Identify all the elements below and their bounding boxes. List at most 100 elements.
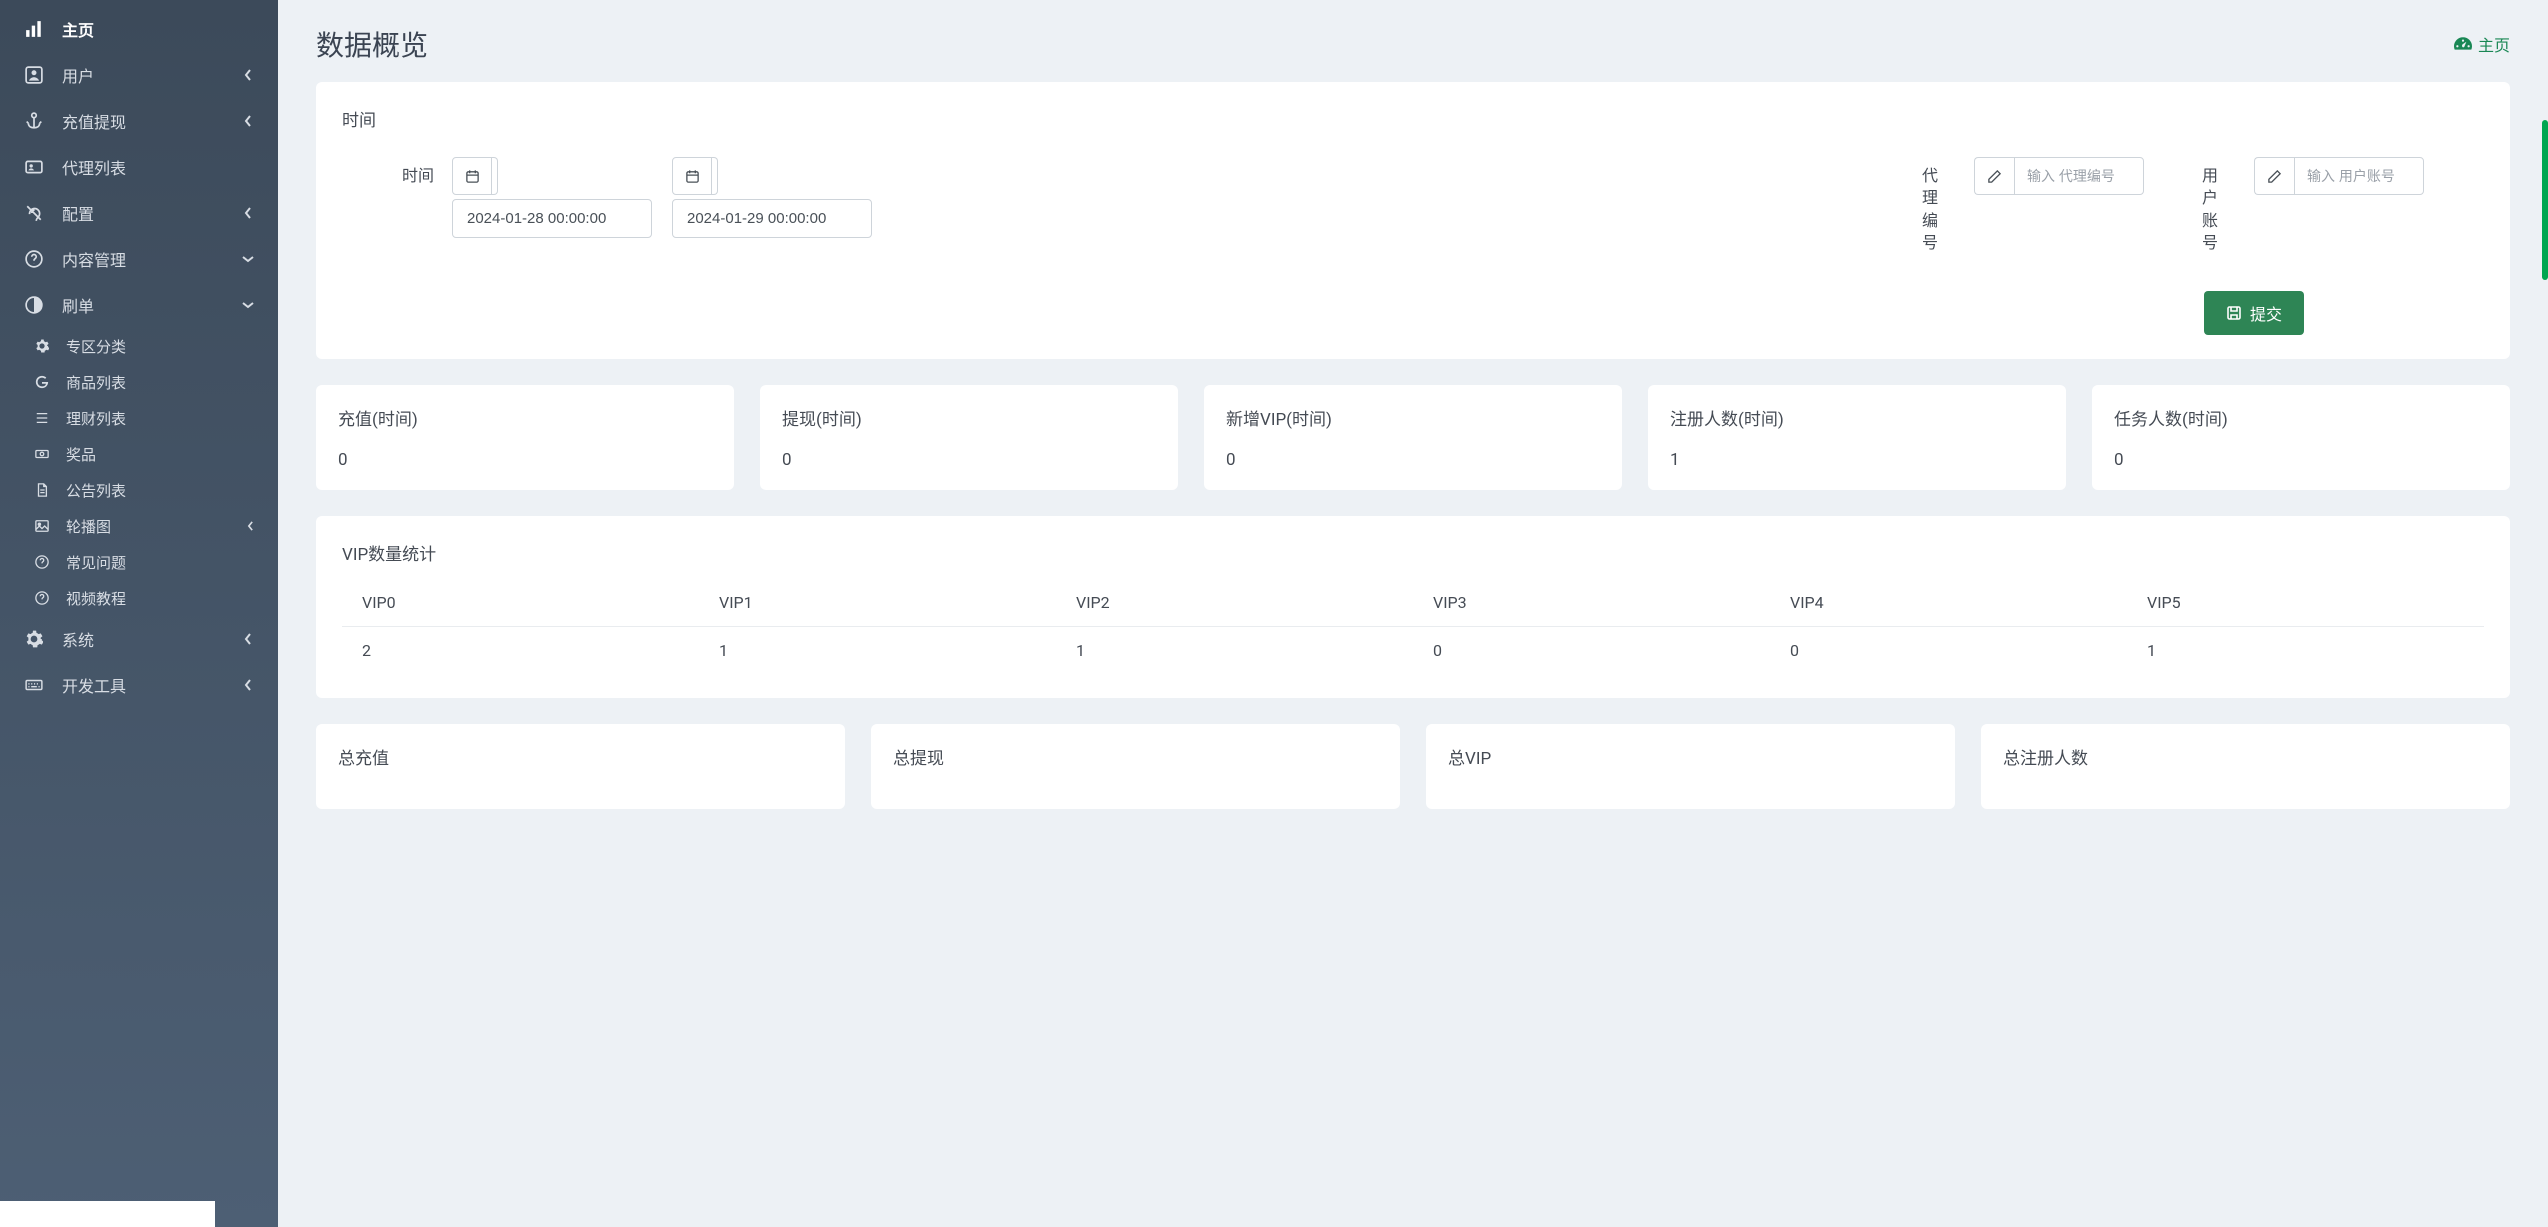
filter-card-title: 时间 xyxy=(342,106,2484,131)
sidebar-item-shuadan[interactable]: 刷单 xyxy=(0,282,278,328)
user-account-input[interactable] xyxy=(2294,157,2424,195)
sidebar-subitem-carousel[interactable]: 轮播图 xyxy=(0,508,278,544)
stat-card-withdraw: 提现(时间) 0 xyxy=(760,385,1178,490)
user-account-label: 用 户 账 号 xyxy=(2184,157,2236,255)
stat-title: 注册人数(时间) xyxy=(1670,405,2044,430)
vip-value: 0 xyxy=(1770,626,2127,674)
chevron-left-icon xyxy=(242,207,254,219)
time-filter: 时间 xyxy=(382,157,872,238)
stat-card-total-withdraw: 总提现 xyxy=(871,724,1400,809)
sidebar-subitem-announcements[interactable]: 公告列表 xyxy=(0,472,278,508)
stat-value: 0 xyxy=(338,450,712,470)
sidebar-item-home[interactable]: 主页 xyxy=(0,6,278,52)
stat-card-register: 注册人数(时间) 1 xyxy=(1648,385,2066,490)
stat-title: 任务人数(时间) xyxy=(2114,405,2488,430)
sidebar-item-config[interactable]: 配置 xyxy=(0,190,278,236)
sidebar-item-label: 公告列表 xyxy=(66,480,254,501)
breadcrumb[interactable]: 主页 xyxy=(2454,32,2510,56)
stat-value: 0 xyxy=(2114,450,2488,470)
sidebar-item-label: 常见问题 xyxy=(66,552,254,573)
sidebar-item-label: 系统 xyxy=(62,627,242,651)
vip-value: 0 xyxy=(1413,626,1770,674)
calendar-icon[interactable] xyxy=(672,157,712,195)
stat-title: 新增VIP(时间) xyxy=(1226,405,1600,430)
sidebar-item-label: 轮播图 xyxy=(66,516,247,537)
sidebar-item-label: 商品列表 xyxy=(66,372,254,393)
sidebar-item-label: 专区分类 xyxy=(66,336,254,357)
sidebar-subitem-faq[interactable]: 常见问题 xyxy=(0,544,278,580)
sidebar-item-system[interactable]: 系统 xyxy=(0,616,278,662)
stat-card-recharge: 充值(时间) 0 xyxy=(316,385,734,490)
pencil-icon xyxy=(1974,157,2014,195)
time-label: 时间 xyxy=(382,157,434,187)
table-row: VIP0 VIP1 VIP2 VIP3 VIP4 VIP5 xyxy=(342,579,2484,627)
date-to-input[interactable] xyxy=(672,199,872,238)
sidebar-item-agents[interactable]: 代理列表 xyxy=(0,144,278,190)
stats-row: 充值(时间) 0 提现(时间) 0 新增VIP(时间) 0 注册人数(时间) 1… xyxy=(316,385,2510,490)
stat-card-total-vip: 总VIP xyxy=(1426,724,1955,809)
chevron-left-icon xyxy=(242,679,254,691)
stat-value: 1 xyxy=(1670,450,2044,470)
stat-title: 提现(时间) xyxy=(782,405,1156,430)
sidebar-item-label: 用户 xyxy=(62,63,242,87)
bar-chart-icon xyxy=(24,19,44,39)
vip-header: VIP2 xyxy=(1056,579,1413,627)
filter-card: 时间 时间 xyxy=(316,82,2510,359)
chevron-left-icon xyxy=(242,115,254,127)
agent-id-filter: 代 理 编 号 xyxy=(1904,157,2144,255)
id-card-icon xyxy=(24,157,44,177)
vip-header: VIP1 xyxy=(699,579,1056,627)
stat-value: 0 xyxy=(782,450,1156,470)
chevron-left-icon xyxy=(247,521,254,531)
chevron-down-icon xyxy=(242,299,254,311)
vip-value: 1 xyxy=(699,626,1056,674)
sidebar-footer xyxy=(0,1201,215,1227)
sidebar-item-label: 配置 xyxy=(62,201,242,225)
stat-title: 充值(时间) xyxy=(338,405,712,430)
contrast-icon xyxy=(24,295,44,315)
sidebar-item-label: 视频教程 xyxy=(66,588,254,609)
submit-button[interactable]: 提交 xyxy=(2204,291,2304,335)
page-header: 数据概览 主页 xyxy=(316,24,2510,64)
g-icon xyxy=(34,374,50,390)
breadcrumb-label: 主页 xyxy=(2478,32,2510,56)
sidebar-subitem-video[interactable]: 视频教程 xyxy=(0,580,278,616)
sidebar-item-devtools[interactable]: 开发工具 xyxy=(0,662,278,708)
list-icon xyxy=(34,410,50,426)
sidebar-item-content[interactable]: 内容管理 xyxy=(0,236,278,282)
sidebar-item-user[interactable]: 用户 xyxy=(0,52,278,98)
vip-header: VIP0 xyxy=(342,579,699,627)
vip-header: VIP3 xyxy=(1413,579,1770,627)
agent-id-input[interactable] xyxy=(2014,157,2144,195)
pencil-icon xyxy=(2254,157,2294,195)
calendar-icon[interactable] xyxy=(452,157,492,195)
money-icon xyxy=(34,446,50,462)
stat-card-newvip: 新增VIP(时间) 0 xyxy=(1204,385,1622,490)
chevron-down-icon xyxy=(242,253,254,265)
question-circle-icon xyxy=(24,249,44,269)
vip-table: VIP0 VIP1 VIP2 VIP3 VIP4 VIP5 2 1 1 0 0 … xyxy=(342,579,2484,674)
sidebar-subitem-finance[interactable]: 理财列表 xyxy=(0,400,278,436)
vip-stats-card: VIP数量统计 VIP0 VIP1 VIP2 VIP3 VIP4 VIP5 2 … xyxy=(316,516,2510,698)
gear-icon xyxy=(24,629,44,649)
image-icon xyxy=(34,518,50,534)
sidebar-item-label: 开发工具 xyxy=(62,673,242,697)
agent-id-label: 代 理 编 号 xyxy=(1904,157,1956,255)
sidebar-item-label: 代理列表 xyxy=(62,155,254,179)
sidebar-subitem-products[interactable]: 商品列表 xyxy=(0,364,278,400)
sidebar-item-recharge[interactable]: 充值提现 xyxy=(0,98,278,144)
date-from-input[interactable] xyxy=(452,199,652,238)
sidebar-subitem-zone-category[interactable]: 专区分类 xyxy=(0,328,278,364)
hearing-icon xyxy=(24,203,44,223)
stat-title: 总充值 xyxy=(338,744,823,769)
sidebar: 主页 用户 充值提现 代理列表 配置 xyxy=(0,0,278,1227)
stat-title: 总提现 xyxy=(893,744,1378,769)
scrollbar[interactable] xyxy=(2542,120,2548,280)
sidebar-subitem-prize[interactable]: 奖品 xyxy=(0,436,278,472)
totals-row: 总充值 总提现 总VIP 总注册人数 xyxy=(316,724,2510,809)
question-circle-icon xyxy=(34,554,50,570)
vip-value: 2 xyxy=(342,626,699,674)
page-title: 数据概览 xyxy=(316,24,428,64)
sidebar-item-label: 理财列表 xyxy=(66,408,254,429)
vip-header: VIP5 xyxy=(2127,579,2484,627)
